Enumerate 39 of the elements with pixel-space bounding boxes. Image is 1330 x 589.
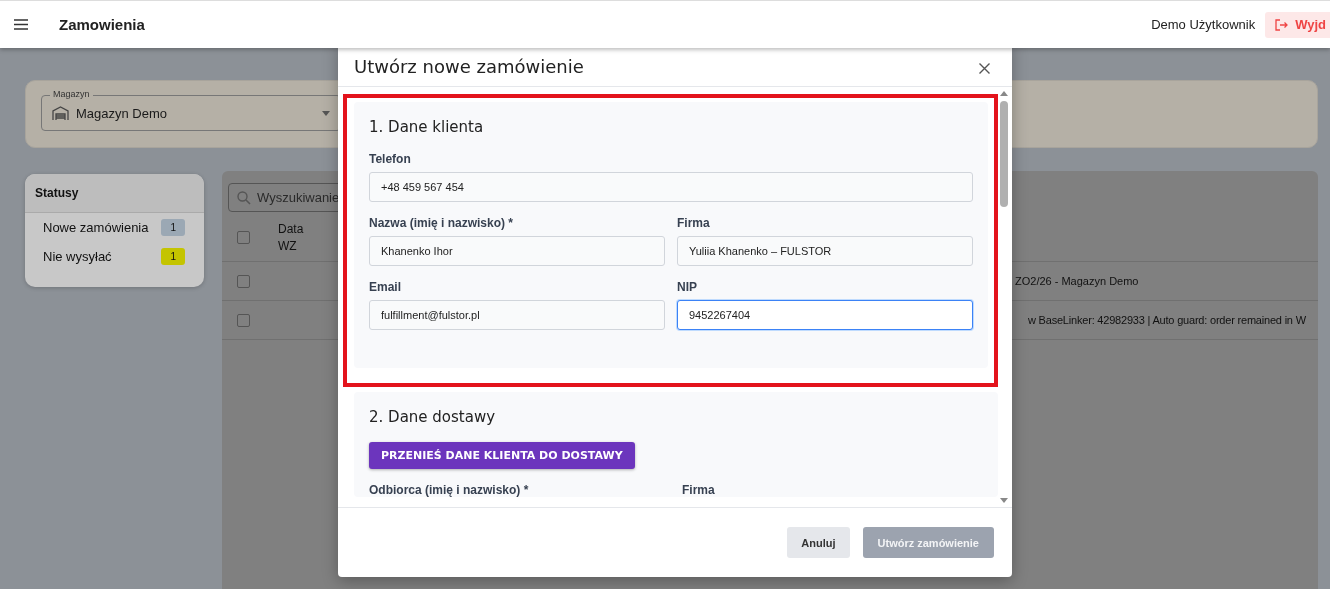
field-label: Firma <box>677 216 711 230</box>
status-item[interactable]: Nie wysyłać 1 <box>25 242 204 271</box>
caret-icon <box>322 110 330 116</box>
input-field[interactable]: Yuliia Khanenko – FULSTOR <box>677 236 973 266</box>
status-count: 1 <box>161 248 185 265</box>
field-label: Email <box>369 280 402 294</box>
logout-icon <box>1275 18 1289 31</box>
user-name: Demo Użytkownik <box>1151 17 1256 32</box>
status-panel-title: Statusy <box>25 174 204 213</box>
menu-icon[interactable] <box>14 19 28 30</box>
field-label: NIP <box>677 280 698 294</box>
section-title: 2. Dane dostawy <box>369 408 497 426</box>
status-item[interactable]: Nowe zamówienia 1 <box>25 213 204 242</box>
table-cell: w BaseLinker: 42982933 | Auto guard: order remained in W <box>1028 314 1306 326</box>
dialog-title: Utwórz nowe zamówienie <box>354 54 585 77</box>
field-label: Nazwa (imię i nazwisko) * <box>369 216 515 230</box>
checkbox[interactable] <box>237 231 250 244</box>
search-icon <box>237 190 251 205</box>
status-count: 1 <box>161 219 185 236</box>
warehouse-icon <box>52 105 69 121</box>
scrollbar-thumb[interactable] <box>1000 101 1008 207</box>
field-label: Odbiorca (imię i nazwisko) * <box>369 483 530 497</box>
close-icon[interactable] <box>979 62 990 74</box>
scroll-down-icon[interactable] <box>1000 498 1008 503</box>
input-field[interactable]: Khanenko Ihor <box>369 236 665 266</box>
column-header: Data WZ <box>278 220 305 255</box>
table-cell: ZO2/26 - Magazyn Demo <box>1015 275 1139 287</box>
field-label: Firma <box>682 483 716 497</box>
checkbox[interactable] <box>237 313 250 327</box>
page-title: Zamowienia <box>59 16 145 33</box>
input-field[interactable]: fulfillment@fulstor.pl <box>369 300 665 330</box>
checkbox[interactable] <box>237 274 250 288</box>
field-label: Telefon <box>369 152 412 166</box>
input-field[interactable]: 9452267404 <box>677 300 973 330</box>
section-title: 1. Dane klienta <box>369 118 485 136</box>
input-field[interactable]: +48 459 567 454 <box>369 172 973 202</box>
copy-data-button[interactable]: PRZENIEŚ DANE KLIENTA DO DOSTAWY <box>369 442 635 469</box>
scroll-up-icon[interactable] <box>1000 91 1008 96</box>
cancel-button[interactable]: Anuluj <box>787 527 850 558</box>
